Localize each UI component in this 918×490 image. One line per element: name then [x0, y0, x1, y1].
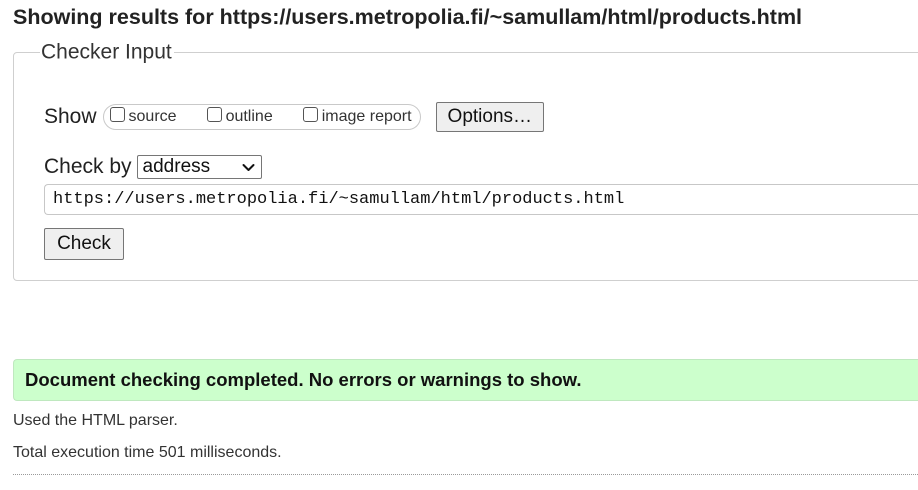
source-checkbox-label: source [128, 108, 177, 125]
page-title: Showing results for https://users.metrop… [13, 5, 803, 29]
show-label: Show [44, 105, 97, 128]
image-report-checkbox[interactable] [302, 106, 318, 122]
check-by-selected-value: address [142, 156, 211, 177]
image-report-checkbox-label: image report [321, 108, 412, 125]
show-options-group: source outline image report [102, 104, 421, 130]
divider [13, 474, 918, 475]
show-outline-option[interactable]: outline [206, 106, 273, 126]
check-button[interactable]: Check [44, 228, 124, 260]
source-checkbox[interactable] [109, 106, 125, 122]
outline-checkbox[interactable] [206, 106, 222, 122]
check-by-row: Check by address [44, 154, 262, 180]
options-button[interactable]: Options… [435, 102, 545, 132]
show-row: Show source outline image report Options… [44, 102, 545, 132]
success-message: Document checking completed. No errors o… [13, 359, 918, 401]
parser-info: Used the HTML parser. [13, 412, 178, 429]
show-source-option[interactable]: source [109, 106, 177, 126]
check-by-select[interactable]: address [136, 155, 262, 179]
execution-time-info: Total execution time 501 milliseconds. [13, 444, 282, 461]
show-image-report-option[interactable]: image report [302, 106, 412, 126]
checker-input-fieldset: Checker Input Show source outline image … [13, 40, 918, 281]
checker-input-legend: Checker Input [40, 40, 174, 65]
check-by-label: Check by [44, 155, 132, 178]
chevron-down-icon [242, 163, 255, 171]
url-input[interactable]: https://users.metropolia.fi/~samullam/ht… [44, 184, 918, 215]
outline-checkbox-label: outline [225, 108, 273, 125]
